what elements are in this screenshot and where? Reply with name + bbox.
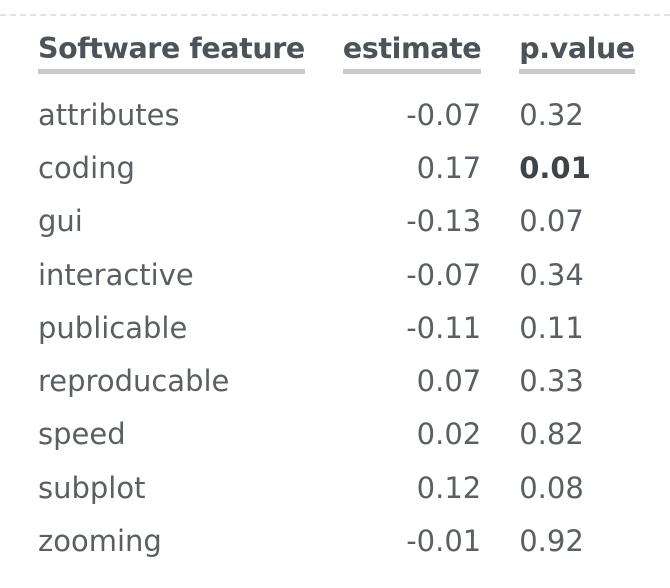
feature-cell: zooming: [38, 524, 162, 559]
estimate-cell: -0.07: [406, 97, 482, 132]
pvalue-cell: 0.33: [519, 364, 584, 399]
estimate-cell: -0.01: [406, 524, 482, 559]
table-row: speed 0.02 0.82: [38, 408, 635, 461]
estimate-cell: 0.12: [416, 470, 482, 505]
header-pvalue: p.value: [481, 18, 635, 74]
pvalue-cell: 0.32: [519, 97, 584, 132]
results-table: Software feature estimate p.value attrib…: [38, 18, 635, 568]
estimate-cell: -0.13: [406, 204, 482, 239]
pvalue-cell: 0.11: [519, 310, 584, 345]
estimate-cell: 0.02: [416, 417, 482, 452]
table-row: attributes -0.07 0.32: [38, 88, 635, 141]
table-row: gui -0.13 0.07: [38, 195, 635, 248]
table-row: subplot 0.12 0.08: [38, 461, 635, 514]
top-dashed-divider: [0, 14, 670, 16]
header-estimate: estimate: [305, 18, 482, 74]
estimate-cell: -0.07: [406, 257, 482, 292]
table-body: attributes -0.07 0.32 coding 0.17 0.01 gui -0.1…: [38, 74, 635, 568]
table-row: publicable -0.11 0.11: [38, 301, 635, 354]
pvalue-cell: 0.92: [519, 524, 584, 559]
feature-cell: gui: [38, 204, 83, 239]
pvalue-cell: 0.01: [519, 150, 591, 185]
header-software-feature: Software feature: [38, 18, 305, 74]
header-spacer: [38, 74, 635, 88]
table-row: zooming -0.01 0.92: [38, 514, 635, 567]
header-software-feature-label: Software feature: [38, 32, 305, 74]
estimate-cell: -0.11: [406, 310, 482, 345]
header-pvalue-label: p.value: [519, 32, 635, 74]
feature-cell: attributes: [38, 97, 180, 132]
feature-cell: coding: [38, 150, 135, 185]
pvalue-cell: 0.08: [519, 470, 584, 505]
pvalue-cell: 0.07: [519, 204, 584, 239]
estimate-cell: 0.17: [416, 150, 482, 185]
estimate-cell: 0.07: [416, 364, 482, 399]
feature-cell: subplot: [38, 470, 146, 505]
feature-cell: reproducable: [38, 364, 230, 399]
header-row: Software feature estimate p.value: [38, 18, 635, 74]
table-row: interactive -0.07 0.34: [38, 248, 635, 301]
table-row: coding 0.17 0.01: [38, 141, 635, 194]
feature-cell: speed: [38, 417, 126, 452]
pvalue-cell: 0.82: [519, 417, 584, 452]
table-row: reproducable 0.07 0.33: [38, 354, 635, 407]
pvalue-cell: 0.34: [519, 257, 584, 292]
feature-cell: publicable: [38, 310, 188, 345]
table-header: Software feature estimate p.value: [38, 18, 635, 74]
header-estimate-label: estimate: [342, 32, 482, 74]
feature-cell: interactive: [38, 257, 194, 292]
